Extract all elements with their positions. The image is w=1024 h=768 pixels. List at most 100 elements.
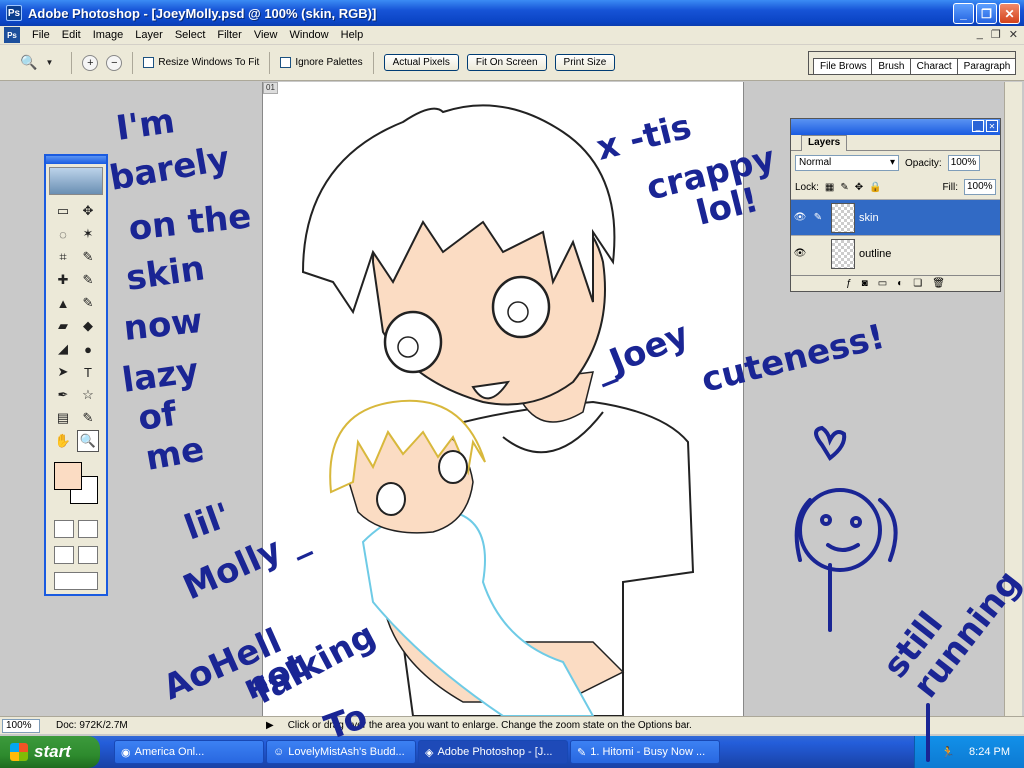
adobe-online-logo[interactable] [49,167,103,195]
fit-on-screen-button[interactable]: Fit On Screen [466,54,547,71]
blur-tool-icon[interactable]: ◢ [52,338,74,360]
slice-tool-icon[interactable]: ✎ [77,246,99,268]
eyedropper-tool-icon[interactable]: ✎ [77,407,99,429]
play-arrow-icon[interactable]: ▶ [266,720,274,731]
document-canvas[interactable]: 01 [262,82,744,716]
doc-close-button[interactable]: ✕ [1009,28,1018,41]
trash-icon[interactable]: 🗑 [932,278,945,289]
document-controls: _ ❐ ✕ [977,28,1018,41]
lock-position-icon[interactable]: ✥ [855,182,863,193]
zoom-out-icon[interactable]: − [106,54,123,71]
pen-tool-icon[interactable]: ✒ [52,384,74,406]
type-tool-icon[interactable]: T [77,361,99,383]
eye-icon[interactable]: 👁 [791,212,809,223]
task-label: 1. Hitomi - Busy Now ... [590,746,706,758]
task-button[interactable]: ☺ LovelyMistAsh's Budd... [266,740,416,764]
dodge-tool-icon[interactable]: ● [77,338,99,360]
close-button[interactable]: ✕ [999,3,1020,24]
standard-mode-button[interactable] [54,520,74,538]
palette-close-button[interactable]: ✕ [986,120,998,132]
ignore-palettes-label: Ignore Palettes [295,57,363,68]
layers-palette-titlebar[interactable]: _ ✕ [791,119,1000,135]
separator [269,51,271,74]
notes-tool-icon[interactable]: ▤ [52,407,74,429]
path-selection-tool-icon[interactable]: ➤ [52,361,74,383]
eye-icon[interactable]: 👁 [791,248,809,259]
menu-filter[interactable]: Filter [211,29,247,41]
new-group-icon[interactable]: ▭ [878,278,887,289]
menu-window[interactable]: Window [284,29,335,41]
document-icon[interactable]: Ps [4,27,20,43]
vertical-scrollbar[interactable] [1004,82,1022,716]
paint-bucket-tool-icon[interactable]: ◆ [77,315,99,337]
crop-tool-icon[interactable]: ⌗ [52,246,74,268]
palette-tab-brush[interactable]: Brush [871,58,911,74]
menu-layer[interactable]: Layer [129,29,169,41]
new-layer-icon[interactable]: ❏ [913,278,922,289]
zoom-tool-icon[interactable]: 🔍 [77,430,99,452]
menu-file[interactable]: File [26,29,56,41]
history-brush-tool-icon[interactable]: ✎ [77,292,99,314]
layer-row[interactable]: 👁 outline [791,235,1000,271]
task-button[interactable]: ✎ 1. Hitomi - Busy Now ... [570,740,720,764]
opacity-label: Opacity: [905,157,942,169]
menu-select[interactable]: Select [169,29,212,41]
layer-mask-icon[interactable]: ◙ [862,278,868,289]
adjustment-layer-icon[interactable]: ◐ [897,278,903,289]
fill-input[interactable]: 100% [964,179,996,195]
task-button[interactable]: ◉ America Onl... [114,740,264,764]
resize-windows-checkbox[interactable]: Resize Windows To Fit [143,57,259,68]
palette-tab-paragraph[interactable]: Paragraph [956,58,1016,74]
tool-preset-dropdown-icon[interactable]: ▼ [45,58,53,67]
zoom-tool-icon[interactable]: 🔍 [20,54,37,71]
print-size-button[interactable]: Print Size [554,54,616,71]
ignore-palettes-checkbox[interactable]: Ignore Palettes [280,57,363,68]
screen-mode-full-button[interactable] [78,546,98,564]
tray-running-man-icon[interactable]: 🏃 [941,746,955,759]
checkbox-box[interactable] [280,57,292,68]
menu-image[interactable]: Image [87,29,130,41]
brush-tool-icon[interactable]: ✎ [77,269,99,291]
blend-mode-value: Normal [799,157,832,168]
magic-wand-tool-icon[interactable]: ✶ [77,223,99,245]
screen-mode-standard-button[interactable] [54,546,74,564]
layers-tab[interactable]: Layers [801,135,848,151]
healing-brush-tool-icon[interactable]: ✚ [52,269,74,291]
palette-tab-character[interactable]: Charact [909,58,958,74]
start-button[interactable]: start [0,736,100,768]
menu-help[interactable]: Help [335,29,370,41]
move-tool-icon[interactable]: ✥ [77,200,99,222]
restore-button[interactable]: ❐ [976,3,997,24]
lock-transparency-icon[interactable]: ▦ [825,182,834,193]
minimize-button[interactable]: _ [953,3,974,24]
jump-to-imageready-button[interactable] [54,572,98,590]
toolbox-titlebar[interactable] [46,156,106,164]
foreground-color-swatch[interactable] [54,462,82,490]
eraser-tool-icon[interactable]: ▰ [52,315,74,337]
lasso-tool-icon[interactable]: ◌ [52,223,74,245]
menu-view[interactable]: View [248,29,284,41]
zoom-in-icon[interactable]: + [82,54,99,71]
layer-style-icon[interactable]: ƒ [846,278,852,289]
checkbox-box[interactable] [143,57,155,68]
custom-shape-tool-icon[interactable]: ☆ [77,384,99,406]
actual-pixels-button[interactable]: Actual Pixels [383,54,459,71]
clone-stamp-tool-icon[interactable]: ▲ [52,292,74,314]
document-size[interactable]: Doc: 972K/2.7M [56,720,266,731]
opacity-input[interactable]: 100% [947,155,980,171]
doc-restore-button[interactable]: ❐ [991,28,1001,41]
task-button[interactable]: ◈ Adobe Photoshop - [J... [418,740,568,764]
blend-mode-select[interactable]: Normal ▾ [795,155,899,171]
zoom-level-input[interactable]: 100% [2,718,40,733]
menu-edit[interactable]: Edit [56,29,87,41]
quick-mask-mode-button[interactable] [78,520,98,538]
layer-row[interactable]: 👁 ✎ skin [791,199,1000,235]
lock-all-icon[interactable]: 🔒 [869,182,881,193]
hand-tool-icon[interactable]: ✋ [52,430,74,452]
palette-tab-file-browser[interactable]: File Brows [813,58,873,74]
palette-minimize-button[interactable]: _ [972,120,984,132]
doc-minimize-button[interactable]: _ [977,28,983,41]
window-controls: _ ❐ ✕ [953,3,1020,24]
marquee-tool-icon[interactable]: ▭ [52,200,74,222]
lock-image-icon[interactable]: ✎ [840,182,848,193]
